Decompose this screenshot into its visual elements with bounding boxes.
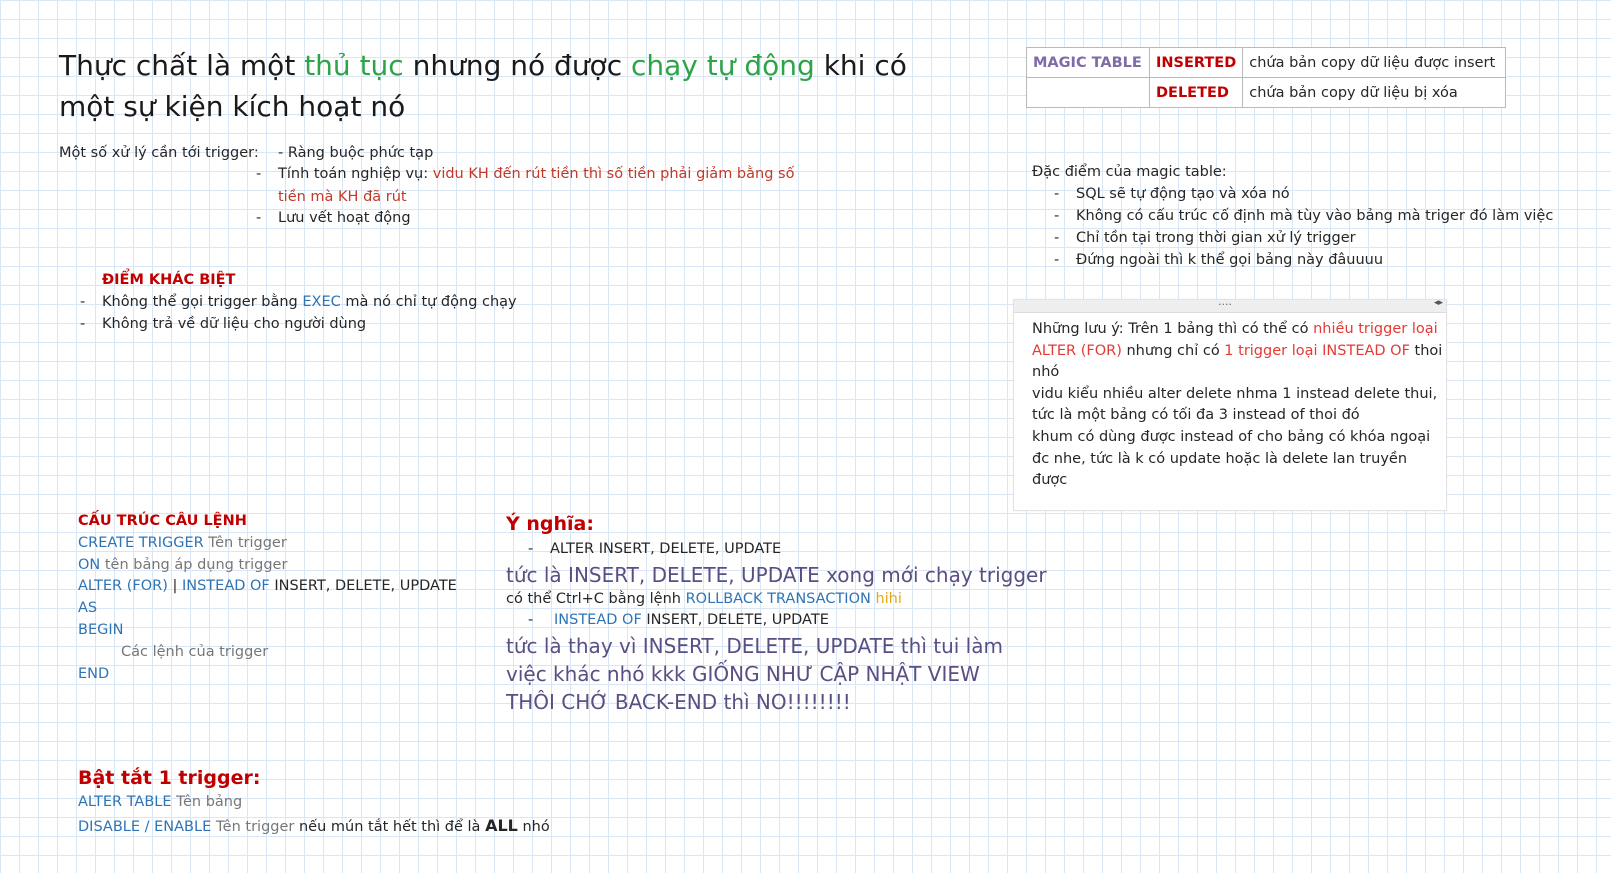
page-title: Thực chất là một thủ tục nhưng nó được c… <box>59 49 907 123</box>
table-row: DELETED chứa bản copy dữ liệu bị xóa <box>1026 77 1507 108</box>
magic-features-bullet: - <box>1054 208 1060 224</box>
structure-line: END <box>78 666 110 682</box>
resize-arrows-icon[interactable]: ◂▸ <box>1434 298 1443 308</box>
meaning-alter-note: có thể Ctrl+C bằng lệnh ROLLBACK TRANSAC… <box>506 591 902 607</box>
meaning-bullet: - <box>528 541 534 557</box>
meaning-heading: Ý nghĩa: <box>506 513 594 535</box>
toggle-line: DISABLE / ENABLE Tên trigger nếu mún tắt… <box>78 816 550 835</box>
magic-feature-item: Không có cấu trúc cố định mà tùy vào bản… <box>1076 208 1554 224</box>
note-line: vidu kiểu nhiều alter delete nhma 1 inst… <box>1032 385 1438 402</box>
diff-item-no-data: Không trả về dữ liệu cho người dùng <box>102 316 367 332</box>
magic-table-name: MAGIC TABLE <box>1026 47 1150 78</box>
magic-table: MAGIC TABLE INSERTED chứa bản copy dữ li… <box>1026 47 1507 108</box>
uses-bullet: - <box>256 210 262 226</box>
structure-line: CREATE TRIGGER Tên trigger <box>78 535 287 551</box>
drag-dots-icon[interactable]: .... <box>1218 295 1232 308</box>
note-line: Những lưu ý: Trên 1 bảng thì có thể có n… <box>1032 321 1443 381</box>
uses-bullet: - <box>256 166 262 182</box>
meaning-item-alter: ALTER INSERT, DELETE, UPDATE <box>550 541 782 557</box>
diff-item-exec: Không thể gọi trigger bằng EXEC mà nó ch… <box>102 294 517 310</box>
uses-item-business: Tính toán nghiệp vụ: vidu KH đến rút tiề… <box>278 166 795 182</box>
table-row: MAGIC TABLE INSERTED chứa bản copy dữ li… <box>1026 47 1507 78</box>
title-highlight-procedure: thủ tục <box>304 49 404 82</box>
magic-feature-item: Đứng ngoài thì k thể gọi bảng này đâuuuu <box>1076 252 1384 268</box>
magic-features-bullet: - <box>1054 186 1060 202</box>
title-highlight-auto: chạy tự động <box>630 49 815 82</box>
meaning-instead-desc: tức là thay vì INSERT, DELETE, UPDATE th… <box>506 634 1003 714</box>
magic-table-empty <box>1026 77 1150 108</box>
diff-heading: ĐIỂM KHÁC BIỆT <box>102 272 236 288</box>
toggle-heading: Bật tắt 1 trigger: <box>78 767 261 789</box>
structure-line: AS <box>78 600 98 616</box>
magic-table-key: INSERTED <box>1148 47 1244 78</box>
magic-features-bullet: - <box>1054 252 1060 268</box>
note-text[interactable]: Những lưu ý: Trên 1 bảng thì có thể có n… <box>1032 319 1444 492</box>
meaning-alter-desc: tức là INSERT, DELETE, UPDATE xong mới c… <box>506 563 1047 587</box>
uses-item-business-cont: tiền mà KH đã rút <box>278 189 407 205</box>
meaning-item-instead: INSTEAD OF INSERT, DELETE, UPDATE <box>554 612 829 628</box>
magic-feature-item: SQL sẽ tự động tạo và xóa nó <box>1076 186 1290 202</box>
magic-features-heading: Đặc điểm của magic table: <box>1032 164 1227 180</box>
note-line: khum có dùng được instead of cho bảng có… <box>1032 428 1431 489</box>
magic-table-desc: chứa bản copy dữ liệu bị xóa <box>1242 77 1507 108</box>
structure-line: BEGIN <box>78 622 124 638</box>
uses-item-constraints: - Ràng buộc phức tạp <box>278 145 434 161</box>
note-drag-handle[interactable]: .... ◂▸ <box>1014 295 1446 313</box>
uses-item-logging: Lưu vết hoạt động <box>278 210 411 226</box>
note-container[interactable]: .... ◂▸ Những lưu ý: Trên 1 bảng thì có … <box>1013 295 1447 511</box>
structure-line: ALTER (FOR) | INSTEAD OF INSERT, DELETE,… <box>78 578 457 594</box>
meaning-bullet: - <box>528 612 534 628</box>
magic-feature-item: Chỉ tồn tại trong thời gian xử lý trigge… <box>1076 230 1356 246</box>
structure-line: ON tên bảng áp dụng trigger <box>78 557 288 573</box>
magic-table-desc: chứa bản copy dữ liệu được insert <box>1242 47 1507 78</box>
uses-label: Một số xử lý cần tới trigger: <box>59 145 259 161</box>
structure-heading: CẤU TRÚC CÂU LỆNH <box>78 513 247 529</box>
diff-bullet: - <box>80 316 86 332</box>
diff-bullet: - <box>80 294 86 310</box>
toggle-line: ALTER TABLE Tên bảng <box>78 794 243 810</box>
note-line: tức là một bảng có tối đa 3 instead of t… <box>1032 407 1360 424</box>
magic-table-key: DELETED <box>1148 77 1244 108</box>
structure-line: Các lệnh của trigger <box>121 644 269 660</box>
magic-features-bullet: - <box>1054 230 1060 246</box>
